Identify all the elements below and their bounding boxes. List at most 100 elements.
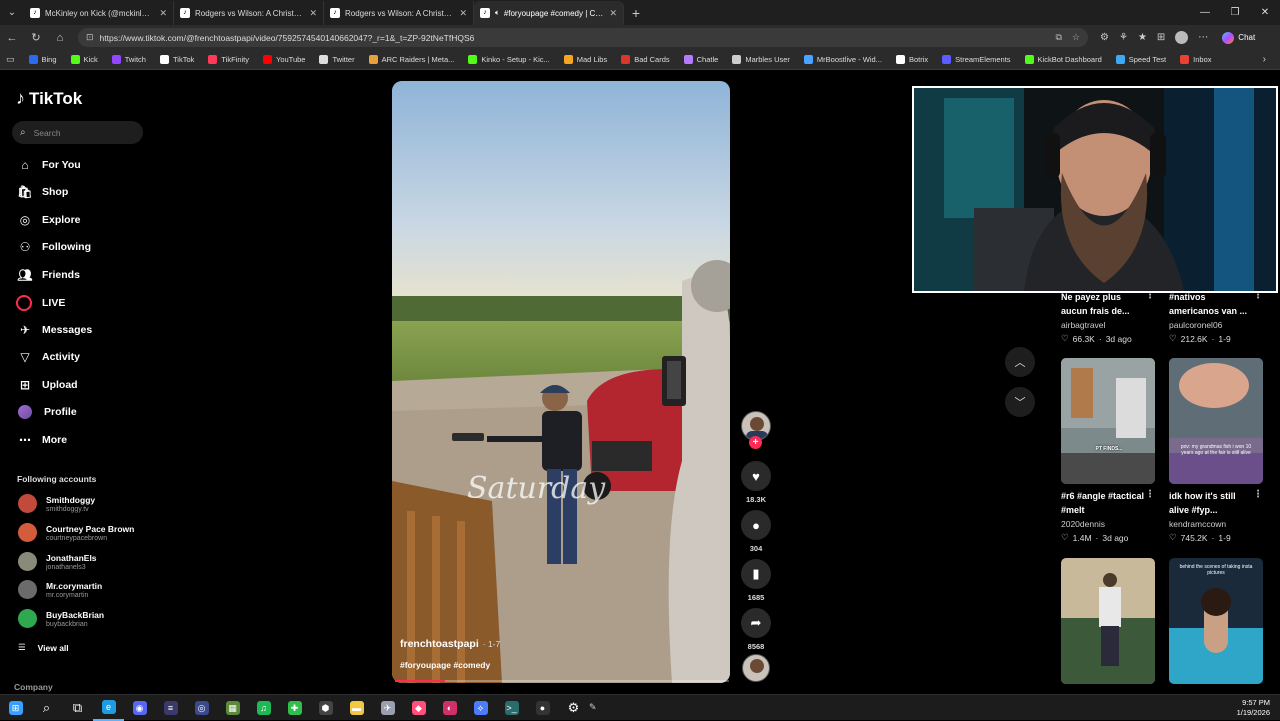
extensions-icon[interactable]: ⚙ (1100, 32, 1109, 43)
rec-thumbnail[interactable] (1061, 558, 1155, 684)
browser-tab[interactable]: ♪ Rodgers vs Wilson: A Christmas Su ✕ (324, 1, 474, 25)
like-button[interactable]: ♥ 18.3K (740, 461, 772, 504)
app-icon-6[interactable]: ◆ (403, 695, 434, 721)
rec-more-icon[interactable]: ⋮ (1253, 489, 1263, 500)
nav-live[interactable]: LIVE (16, 295, 65, 311)
task-view-icon[interactable]: ⧉ (62, 695, 93, 721)
bookmark-item[interactable]: Chatle (683, 55, 718, 64)
save-button[interactable]: ▮ 1685 (740, 559, 772, 602)
minecraft-icon[interactable]: ▦ (217, 695, 248, 721)
nav-profile[interactable]: Profile (16, 405, 77, 419)
minimize-icon[interactable]: — (1190, 0, 1220, 25)
rec-user[interactable]: airbagtravel (1061, 320, 1105, 330)
close-window-icon[interactable]: ✕ (1250, 0, 1280, 25)
bookmark-item[interactable]: StreamElements (942, 55, 1011, 64)
close-tab-icon[interactable]: ✕ (159, 8, 167, 19)
bookmark-item[interactable]: Kick (70, 55, 98, 64)
browser-tab[interactable]: ♪ McKinley on Kick (@mckinley.tv) | ✕ (24, 1, 174, 25)
site-info-icon[interactable]: ⊡ (86, 32, 94, 43)
nav-for-you[interactable]: ⌂ For You (16, 158, 80, 172)
bookmark-item[interactable]: MrBoostlive - Wid... (803, 55, 882, 64)
bookmark-item[interactable]: Bad Cards (621, 55, 670, 64)
nav-explore[interactable]: ◎ Explore (16, 213, 81, 227)
search-input[interactable]: ⌕ Search (12, 121, 143, 144)
rec-thumbnail[interactable]: pov: my grandmas fish i won 10 years ago… (1169, 358, 1263, 484)
close-tab-icon[interactable]: ✕ (459, 8, 467, 19)
rec-title[interactable]: idk how it's still alive #fyp... (1169, 489, 1255, 517)
rec-thumbnail[interactable]: behind the scenes of taking insta pictur… (1169, 558, 1263, 684)
rec-user[interactable]: kendramccown (1169, 519, 1226, 529)
bookmark-item[interactable]: Kinko - Setup - Kic... (468, 55, 550, 64)
new-tab-button[interactable]: + (624, 1, 648, 25)
close-tab-icon[interactable]: ✕ (609, 8, 617, 19)
following-account[interactable]: Smithdoggy smithdoggy.tv (18, 494, 95, 513)
nav-shop[interactable]: 🛍︎ Shop (16, 185, 68, 199)
edge-icon[interactable]: e (93, 695, 124, 721)
rec-title[interactable]: #r6 #angle #tactical #melt (1061, 489, 1147, 517)
app-icon-5[interactable]: ✈ (372, 695, 403, 721)
nav-following[interactable]: ⚇ Following (16, 240, 91, 254)
following-account[interactable]: Courtney Pace Brown courtneypacebrown (18, 523, 134, 542)
app-icon-4[interactable]: ⬢ (310, 695, 341, 721)
company-link[interactable]: Company (14, 682, 53, 692)
browser-tab[interactable]: ♪ 🔈︎ #foryoupage #comedy | Com ✕ (474, 1, 624, 25)
sidebar-toggle-icon[interactable]: ▭ (6, 54, 15, 65)
bookmark-item[interactable]: TikFinity (208, 55, 249, 64)
settings-icon[interactable]: ⚙ (558, 695, 589, 721)
bookmarks-overflow-icon[interactable]: › (1263, 54, 1266, 65)
nav-upload[interactable]: ⊞ Upload (16, 378, 78, 392)
rec-thumbnail[interactable]: PT FINDS... (1061, 358, 1155, 484)
video-hashtags[interactable]: #foryoupage #comedy (400, 660, 490, 670)
back-icon[interactable]: ← (0, 32, 24, 44)
bookmark-item[interactable]: Twitter (319, 55, 355, 64)
browser-menu-icon[interactable]: ⋯ (1198, 32, 1208, 43)
rec-title[interactable]: #nativos americanos van ... (1169, 290, 1255, 318)
bookmark-item[interactable]: Marbles User (732, 55, 790, 64)
view-all-link[interactable]: ☰ View all (18, 642, 69, 653)
bookmark-item[interactable]: Twitch (111, 55, 146, 64)
bookmark-item[interactable]: Mad Libs (563, 55, 607, 64)
bookmark-item[interactable]: Speed Test (1115, 55, 1166, 64)
file-explorer-icon[interactable]: ▬ (341, 695, 372, 721)
url-field[interactable]: ⊡ https://www.tiktok.com/@frenchtoastpap… (78, 28, 1088, 47)
pen-icon[interactable]: ✎ (589, 702, 597, 713)
rec-user[interactable]: paulcoronel06 (1169, 320, 1222, 330)
home-icon[interactable]: ⌂ (48, 32, 72, 44)
video-progress-bar[interactable] (395, 680, 729, 682)
previous-video-button[interactable]: ︿ (1005, 347, 1035, 377)
close-tab-icon[interactable]: ✕ (309, 8, 317, 19)
app-icon-8[interactable]: ⟡ (465, 695, 496, 721)
obs-icon[interactable]: ● (527, 695, 558, 721)
app-icon-3[interactable]: ✚ (279, 695, 310, 721)
spotify-icon[interactable]: ♫ (248, 695, 279, 721)
bookmark-item[interactable]: Inbox (1180, 55, 1212, 64)
video-author[interactable]: frenchtoastpapi · 1-7 (400, 638, 500, 650)
tiktok-logo[interactable]: ♪ TikTok (16, 88, 82, 109)
sound-avatar-button[interactable] (740, 654, 772, 682)
app-icon-2[interactable]: ◎ (186, 695, 217, 721)
rec-title[interactable]: Ne payez plus aucun frais de... (1061, 290, 1147, 318)
nav-friends[interactable]: 👥︎ Friends (16, 268, 80, 282)
terminal-icon[interactable]: >_ (496, 695, 527, 721)
refresh-icon[interactable]: ↻ (24, 31, 48, 44)
speaker-icon[interactable]: 🔈︎ (495, 8, 500, 18)
copilot-chat-button[interactable]: Chat (1222, 31, 1255, 44)
extension-icon[interactable]: ⚘ (1119, 32, 1128, 43)
nav-more[interactable]: ⋯ More (16, 433, 67, 447)
comment-button[interactable]: ● 304 (740, 510, 772, 553)
favorites-icon[interactable]: ★ (1138, 32, 1147, 43)
bookmark-item[interactable]: KickBot Dashboard (1024, 55, 1102, 64)
taskbar-clock[interactable]: 9:57 PM 1/19/2026 (1237, 698, 1270, 718)
discord-icon[interactable]: ◉ (124, 695, 155, 721)
browser-tab[interactable]: ♪ Rodgers vs Wilson: A Christmas Su ✕ (174, 1, 324, 25)
bookmark-item[interactable]: Bing (28, 55, 57, 64)
video-player[interactable]: Saturday (392, 81, 730, 683)
nav-messages[interactable]: ✈ Messages (16, 323, 92, 337)
next-video-button[interactable]: ﹀ (1005, 387, 1035, 417)
nav-activity[interactable]: ▽ Activity (16, 350, 80, 364)
collections-icon[interactable]: ⊞ (1157, 32, 1165, 43)
favorite-star-icon[interactable]: ☆ (1072, 32, 1080, 43)
app-icon-1[interactable]: ≡ (155, 695, 186, 721)
bookmark-item[interactable]: TikTok (159, 55, 194, 64)
following-account[interactable]: Mr.corymartin mr.corymartin (18, 580, 102, 599)
